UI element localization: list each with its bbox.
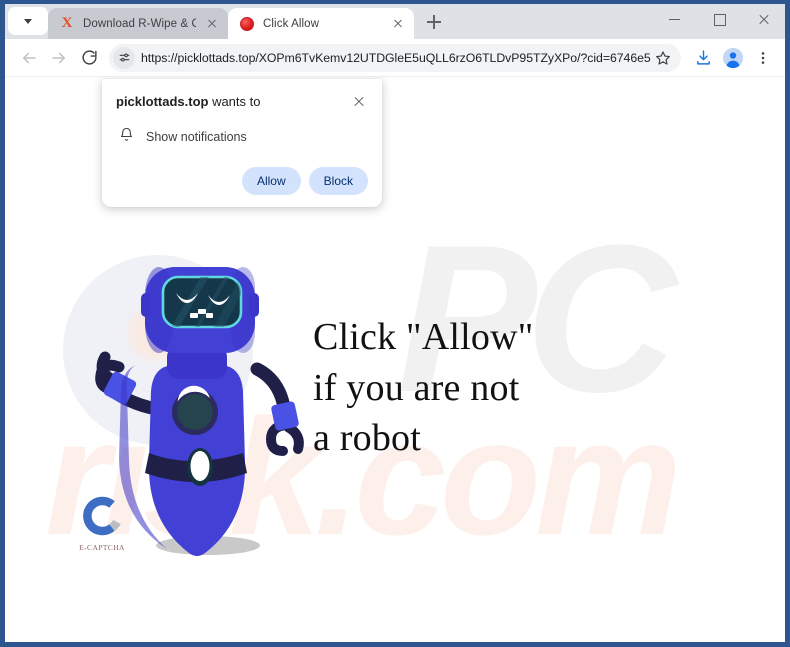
dialog-title: picklottads.top wants to [116,93,260,110]
e-captcha-logo: E-CAPTCHA [67,495,137,552]
bell-icon [119,126,134,147]
address-bar[interactable]: https://picklottads.top/XOPm6TvKemv12UTD… [109,43,681,72]
browser-toolbar: https://picklottads.top/XOPm6TvKemv12UTD… [5,39,785,77]
tab-search-button[interactable] [8,7,48,35]
close-icon[interactable] [741,4,785,34]
tab-close-icon[interactable] [204,16,220,32]
three-dot-menu-icon[interactable] [749,44,777,72]
chevron-down-icon [24,18,32,24]
url-text[interactable]: https://picklottads.top/XOPm6TvKemv12UTD… [141,51,651,65]
permission-label: Show notifications [146,129,247,144]
profile-avatar-icon[interactable] [719,44,747,72]
x-logo-icon: X [61,15,73,31]
window-controls [653,4,785,39]
star-icon[interactable] [651,46,675,70]
new-tab-button[interactable] [420,8,448,36]
maximize-icon[interactable] [697,4,741,34]
page-content: PC risk.com E-CAPTCHA Click "Allow" if y… [5,77,785,642]
page-headline: Click "Allow" if you are not a robot [313,316,534,460]
notification-permission-dialog: picklottads.top wants to Show notificati… [102,79,382,207]
browser-window-frame: X Download R-Wipe & Clean 20.0 Click All… [0,0,790,647]
tab-title: Click Allow [263,17,320,30]
minimize-icon[interactable] [653,4,697,34]
tab-title: Download R-Wipe & Clean 20.0 [83,17,196,30]
dialog-actions: Allow Block [116,167,368,195]
allow-button[interactable]: Allow [241,167,301,195]
tune-icon[interactable] [113,46,135,69]
red-circle-icon [239,16,255,32]
block-button[interactable]: Block [308,167,368,195]
dialog-close-icon[interactable] [350,93,368,111]
e-captcha-c-logo-icon [83,496,121,536]
back-arrow-icon[interactable] [15,44,43,72]
permission-row: Show notifications [116,126,368,147]
tab-download-r-wipe[interactable]: X Download R-Wipe & Clean 20.0 [48,8,228,39]
forward-arrow-icon[interactable] [45,44,73,72]
e-captcha-label: E-CAPTCHA [79,543,125,552]
tab-strip: X Download R-Wipe & Clean 20.0 Click All… [5,4,785,39]
download-icon[interactable] [689,44,717,72]
dialog-title-suffix: wants to [208,94,261,109]
tab-click-allow[interactable]: Click Allow [228,8,414,39]
dialog-site-name: picklottads.top [116,94,209,109]
tab-close-icon[interactable] [390,16,406,32]
reload-icon[interactable] [75,44,103,72]
